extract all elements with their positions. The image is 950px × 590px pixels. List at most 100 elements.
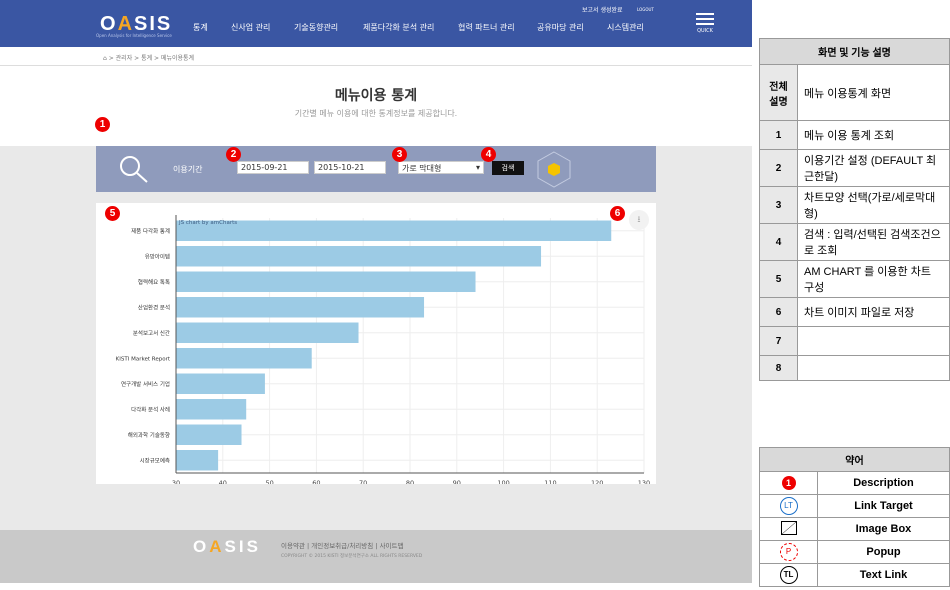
legend-header: 약어 [759,447,950,472]
y-category-label: 연구개발 서비스 기업 [121,380,170,388]
desc-num: 6 [759,297,798,327]
desc-row: 8 [759,355,950,381]
chart-type-value: 가로 막대형 [402,164,442,173]
bar [176,348,312,369]
desc-text: 메뉴 이용 통계 조회 [797,120,950,150]
sitemap-link[interactable]: 사이트맵 [380,542,404,550]
y-category-label: 해외과학 기술동향 [128,431,170,439]
chart-type-select[interactable]: 가로 막대형 ▾ [398,161,484,174]
amcharts-credit: JS chart by amCharts [178,220,237,226]
desc-text [797,326,950,356]
badge-3: 3 [392,147,407,162]
desc-row: 4 검색 : 입력/선택된 검색조건으로 조회 [759,223,950,261]
y-category-label: 시장규모예측 [140,456,170,464]
desc-text: 차트모양 선택(가로/세로막대형) [797,186,950,224]
badge-5: 5 [105,206,120,221]
legend-text: Description [817,471,950,495]
desc-num: 5 [759,260,798,298]
badge-4: 4 [481,147,496,162]
text-link-icon: TL [779,566,798,584]
legend-text: Image Box [817,517,950,541]
end-date-input[interactable]: 2015-10-21 [314,161,386,174]
nav-new-business[interactable]: 신사업 관리 [231,22,270,33]
bar [176,424,242,445]
nav-product-diversification[interactable]: 제품다각화 분석 관리 [363,22,434,33]
y-category-label: 분석보고서 신간 [133,329,170,337]
quick-menu-button[interactable]: QUICK [696,13,714,34]
legend-text: Text Link [817,563,950,587]
x-tick-label: 70 [359,479,367,484]
x-tick-label: 90 [453,479,461,484]
nav-statistics[interactable]: 통계 [193,22,208,33]
chevron-down-icon: ▾ [475,163,480,172]
desc-row: 6 차트 이미지 파일로 저장 [759,297,950,327]
logout-link[interactable]: LOGOUT [637,7,654,12]
description-badge-icon: 1 [781,476,796,490]
breadcrumb: ⌂ > 관리자 > 통계 > 메뉴이용통계 [0,47,752,66]
desc-num: 2 [759,149,798,187]
search-bar: 이용기간 2015-09-21 2015-10-21 가로 막대형 ▾ 검색 2 … [96,146,656,192]
legend-row: TL Text Link [759,563,950,587]
nav-partner[interactable]: 협력 파트너 관리 [458,22,515,33]
link-target-icon: LT [779,497,798,515]
x-tick-label: 50 [265,479,273,484]
home-icon[interactable]: ⌂ [103,55,107,62]
start-date-input[interactable]: 2015-09-21 [237,161,309,174]
x-tick-label: 120 [591,479,603,484]
period-label: 이용기간 [173,165,203,174]
badge-6: 6 [610,206,625,221]
desc-row: 7 [759,326,950,356]
bar [176,373,265,394]
desc-row: 1 메뉴 이용 통계 조회 [759,120,950,150]
desc-row: 2 이용기간 설정 (DEFAULT 최근한달) [759,149,950,187]
report-complete-link[interactable]: 보고서 생성완료 [582,5,623,14]
download-icon[interactable]: ⭳ [629,210,649,230]
legend-row: 1 Description [759,471,950,495]
privacy-link[interactable]: 개인정보취급/처리방침 [311,542,373,550]
desc-num: 4 [759,223,798,261]
bar [176,297,425,318]
desc-num: 8 [759,355,798,381]
crumb-stats[interactable]: 통계 [141,55,152,62]
desc-text: 검색 : 입력/선택된 검색조건으로 조회 [797,223,950,261]
legend-table: 약어 1 Description LT Link Target Image Box P Po… [759,447,950,587]
hexagon-decoration-icon [537,151,571,188]
footer-links: 이용약관 | 개인정보취급/처리방침 | 사이트맵 [281,542,404,550]
copyright: COPYRIGHT © 2015 KISTI 정보분석연구소 ALL RIGHT… [281,554,423,559]
y-category-label: 산업환경 분석 [138,303,170,311]
y-category-label: 다각화 분석 사례 [131,405,170,413]
legend-text: Link Target [817,494,950,518]
nav-system[interactable]: 시스템관리 [607,22,644,33]
desc-header: 화면 및 기능 설명 [759,38,950,65]
overall-desc: 메뉴 이용통계 화면 [797,64,950,121]
page-subtitle: 기간별 메뉴 이용에 대한 통계정보를 제공합니다. [294,109,458,118]
overall-label: 전체 설명 [759,64,798,121]
desc-row: 5 AM CHART 를 이용한 차트 구성 [759,260,950,298]
search-button[interactable]: 검색 [492,161,524,175]
crumb-admin[interactable]: 관리자 [116,55,133,62]
quick-label: QUICK [697,28,713,34]
chart-container: 30 40 50 60 70 80 90 100 110 120 130 제품 다각화 통계 유망아이템… [96,203,656,498]
desc-text: 차트 이미지 파일로 저장 [797,297,950,327]
bar [176,450,219,471]
bar [176,322,359,343]
page-title: 메뉴이용 통계 [334,88,418,104]
x-tick-label: 80 [406,479,414,484]
legend-row: LT Link Target [759,494,950,518]
x-tick-label: 100 [497,479,509,484]
x-tick-label: 40 [219,479,227,484]
legend-text: Popup [817,540,950,564]
terms-link[interactable]: 이용약관 [281,542,305,550]
nav-sharing[interactable]: 공유마당 관리 [537,22,584,33]
badge-1: 1 [95,117,110,132]
badge-2: 2 [226,147,241,162]
desc-text [797,355,950,381]
y-category-label: 협력해요 톡톡 [138,278,170,286]
top-header: OASIS Open Analysis for Intelligence Ser… [0,0,752,47]
legend-row: P Popup [759,540,950,564]
nav-tech-trend[interactable]: 기술동향관리 [294,22,338,33]
desc-text: 이용기간 설정 (DEFAULT 최근한달) [797,149,950,187]
y-category-label: KISTI Market Report [116,356,171,362]
x-tick-label: 60 [312,479,320,484]
bar [176,271,476,292]
